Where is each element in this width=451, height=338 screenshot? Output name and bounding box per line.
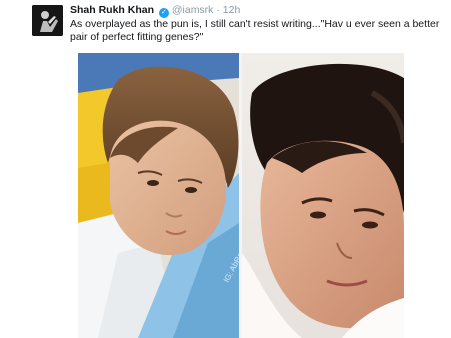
adult-photo-image	[242, 53, 404, 338]
tweet-header: Shah Rukh Khan ✓ @iamsrk · 12h	[70, 4, 240, 18]
separator-dot: ·	[216, 4, 220, 16]
photo-child[interactable]: IG: AbRamKhanll	[78, 53, 239, 338]
display-name[interactable]: Shah Rukh Khan	[70, 4, 154, 16]
avatar-image	[32, 5, 63, 36]
tweet-text-line-2: pair of perfect fitting genes?"	[70, 31, 204, 43]
verified-badge-icon: ✓	[158, 8, 169, 18]
tweet-media[interactable]: IG: AbRamKhanll	[78, 53, 404, 338]
tweet-text-line-1: As overplayed as the pun is, I still can…	[70, 18, 440, 30]
tweet-timestamp[interactable]: 12h	[223, 4, 241, 16]
photo-adult[interactable]	[242, 53, 404, 338]
tweet-text: As overplayed as the pun is, I still can…	[70, 18, 445, 44]
avatar[interactable]	[32, 5, 63, 36]
child-photo-image: IG: AbRamKhanll	[78, 53, 239, 338]
user-handle[interactable]: @iamsrk	[172, 4, 214, 16]
